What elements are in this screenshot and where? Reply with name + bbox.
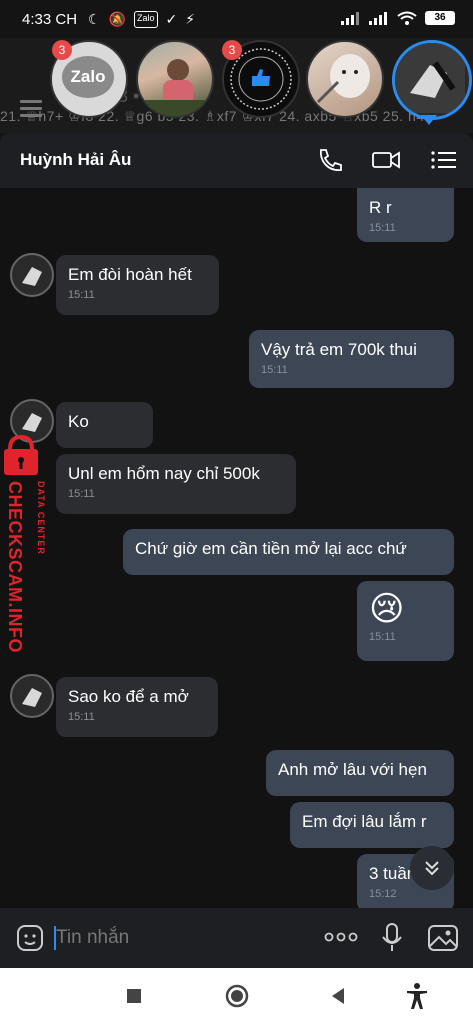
contact-avatar[interactable] bbox=[10, 253, 54, 297]
contact-avatar-icon bbox=[22, 267, 42, 286]
watermark: DATA CENTER CHECKSCAM.INFO bbox=[0, 434, 60, 665]
message-text: Vậy trả em 700k thui bbox=[261, 340, 417, 359]
bear-avatar-icon bbox=[316, 54, 370, 104]
contact-avatar[interactable] bbox=[10, 674, 54, 718]
message-outgoing[interactable]: Chứ giờ em cần tiền mở lại acc chứ bbox=[123, 529, 454, 575]
message-text: Em đợi lâu lắm r bbox=[302, 812, 427, 831]
message-outgoing[interactable]: Em đợi lâu lắm r bbox=[290, 802, 454, 848]
phone-call-icon[interactable] bbox=[316, 147, 344, 173]
active-chat-pointer bbox=[421, 115, 437, 125]
message-outgoing-emoji[interactable]: 😢 15:11 bbox=[357, 581, 454, 661]
zalo-logo: Zalo bbox=[62, 56, 114, 98]
message-time: 15:11 bbox=[369, 222, 396, 234]
message-incoming[interactable]: Em đòi hoàn hết 15:11 bbox=[56, 255, 219, 315]
message-incoming[interactable]: Unl em hổm nay chỉ 500k 15:11 bbox=[56, 454, 296, 514]
crying-emoji-icon: 😢 bbox=[369, 590, 405, 628]
back-button[interactable] bbox=[324, 982, 352, 1010]
status-system-icons: 36 bbox=[341, 11, 455, 25]
sticker-icon[interactable] bbox=[16, 924, 44, 952]
wifi-icon bbox=[397, 11, 417, 25]
chat-head-bear[interactable] bbox=[306, 40, 384, 118]
message-time: 15:11 bbox=[369, 631, 396, 643]
message-outgoing[interactable]: Anh mở lâu với hẹn bbox=[266, 750, 454, 796]
chat-head-active[interactable] bbox=[392, 40, 472, 120]
moon-icon: ☾ bbox=[88, 11, 101, 27]
zalo-notification-icon: Zalo bbox=[134, 11, 158, 28]
contact-avatar-icon bbox=[22, 688, 42, 707]
battery-icon: 36 bbox=[425, 11, 455, 25]
unread-badge: 3 bbox=[52, 40, 72, 60]
message-text: Anh mở lâu với hẹn bbox=[278, 760, 427, 779]
status-notification-icons: ☾ 🔕 Zalo ✓ ⚡ bbox=[88, 11, 195, 28]
microphone-icon[interactable] bbox=[382, 923, 402, 953]
message-incoming[interactable]: Sao ko để a mở 15:11 bbox=[56, 677, 218, 737]
status-bar: 4:33 CH ☾ 🔕 Zalo ✓ ⚡ 36 bbox=[0, 0, 473, 38]
status-time: 4:33 CH bbox=[22, 11, 78, 28]
message-time: 15:11 bbox=[68, 289, 95, 301]
message-time: 15:11 bbox=[68, 488, 95, 500]
message-outgoing[interactable]: R r 15:11 bbox=[357, 188, 454, 242]
message-input[interactable]: Tin nhắn bbox=[56, 927, 129, 949]
message-text: Chứ giờ em cần tiền mở lại acc chứ bbox=[135, 539, 407, 558]
message-time: 15:11 bbox=[68, 711, 95, 723]
system-navigation-bar bbox=[0, 968, 473, 1024]
message-list[interactable]: R r 15:11 Em đòi hoàn hết 15:11 Vậy trả … bbox=[0, 188, 473, 908]
details-menu-icon[interactable] bbox=[430, 147, 458, 173]
video-call-icon[interactable] bbox=[372, 147, 400, 173]
message-text: R r bbox=[369, 198, 392, 217]
check-icon: ✓ bbox=[165, 11, 178, 27]
accessibility-icon[interactable] bbox=[403, 982, 431, 1010]
message-incoming[interactable]: Ko bbox=[56, 402, 153, 448]
active-avatar-icon bbox=[395, 43, 465, 113]
message-text: Em đòi hoàn hết bbox=[68, 265, 192, 284]
message-text: Ko bbox=[68, 412, 89, 431]
message-text: Unl em hổm nay chỉ 500k bbox=[68, 464, 260, 483]
person-photo-icon bbox=[138, 59, 212, 116]
chat-head-person[interactable] bbox=[136, 40, 214, 118]
mute-bell-icon: 🔕 bbox=[108, 11, 126, 27]
chat-header: Huỳnh Hải Âu bbox=[0, 133, 473, 188]
message-outgoing[interactable]: Vậy trả em 700k thui 15:11 bbox=[249, 330, 454, 388]
recent-apps-button[interactable] bbox=[120, 982, 148, 1010]
watermark-line1: DATA CENTER bbox=[36, 481, 46, 555]
unread-badge-2: 3 bbox=[222, 40, 242, 60]
signal-icon-2 bbox=[369, 12, 387, 25]
image-gallery-icon[interactable] bbox=[428, 925, 458, 951]
message-time: 15:11 bbox=[261, 364, 288, 376]
message-composer: Tin nhắn bbox=[0, 908, 473, 968]
double-chevron-down-icon bbox=[425, 861, 439, 876]
contact-name: Huỳnh Hải Âu bbox=[20, 150, 132, 169]
more-options-icon[interactable] bbox=[324, 930, 358, 944]
message-text: Sao ko để a mở bbox=[68, 687, 189, 706]
messenger-icon: ⚡ bbox=[185, 11, 196, 27]
watermark-line2: CHECKSCAM.INFO bbox=[5, 481, 25, 653]
signal-icon bbox=[341, 12, 359, 25]
scroll-to-bottom-button[interactable] bbox=[410, 846, 454, 890]
home-button[interactable] bbox=[223, 982, 251, 1010]
